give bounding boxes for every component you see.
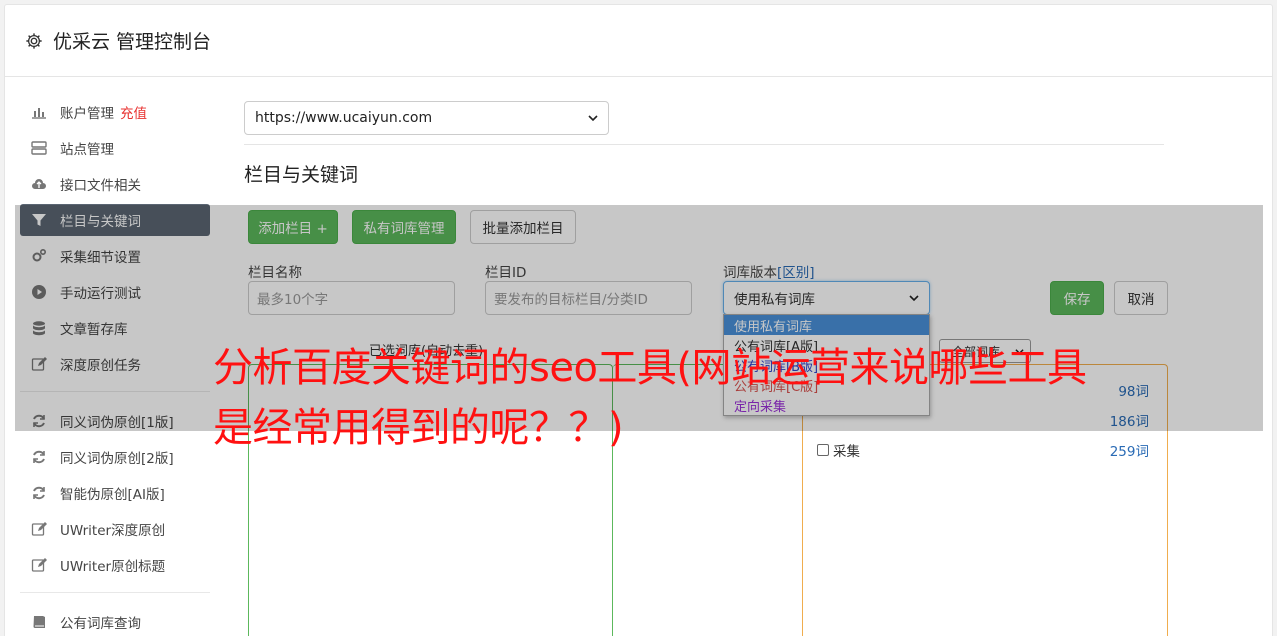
- sidebar-item-label: 站点管理: [60, 142, 114, 158]
- sidebar-divider: [20, 592, 210, 593]
- edit-icon: [31, 522, 47, 536]
- sidebar-item-ai-rewrite[interactable]: 智能伪原创[AI版]: [20, 477, 210, 509]
- sidebar-item-api-files[interactable]: 接口文件相关: [20, 168, 210, 200]
- sidebar-item-synonym-v2[interactable]: 同义词伪原创[2版]: [20, 441, 210, 473]
- server-icon: [31, 141, 47, 155]
- gear-icon: [26, 32, 42, 49]
- sidebar-item-label: UWriter深度原创: [60, 523, 166, 539]
- sidebar-item-label: 接口文件相关: [60, 178, 141, 194]
- site-url-select[interactable]: https://www.ucaiyun.com: [244, 101, 609, 135]
- sidebar-item-label: 账户管理: [60, 106, 114, 122]
- bar-chart-icon: [32, 108, 46, 119]
- cloud-upload-icon: [32, 179, 46, 189]
- book-icon: [33, 616, 45, 628]
- edit-icon: [31, 558, 47, 572]
- site-url-value: https://www.ucaiyun.com: [255, 110, 433, 126]
- sidebar-item-label: 公有词库查询: [60, 616, 141, 632]
- overlay-headline: 分析百度关键词的seo工具(网站运营来说哪些工具是经常用得到的呢？？): [213, 345, 1087, 451]
- sidebar-item-label: 智能伪原创[AI版]: [60, 487, 165, 503]
- section-title: 栏目与关键词: [244, 164, 359, 186]
- sidebar-item-uwriter-title[interactable]: UWriter原创标题: [20, 549, 210, 581]
- chevron-down-icon: [588, 115, 598, 122]
- sidebar-item-account[interactable]: 账户管理 充值: [20, 96, 210, 128]
- lib-count: 259词: [1109, 444, 1149, 460]
- header: 优采云 管理控制台: [5, 5, 1272, 77]
- sidebar-item-uwriter-deep[interactable]: UWriter深度原创: [20, 513, 210, 545]
- sidebar-item-sites[interactable]: 站点管理: [20, 132, 210, 164]
- sidebar-item-label: UWriter原创标题: [60, 559, 166, 575]
- refresh-icon: [33, 486, 45, 500]
- refresh-icon: [33, 450, 45, 464]
- recharge-link[interactable]: 充值: [120, 102, 147, 122]
- page-title: 优采云 管理控制台: [53, 31, 212, 53]
- divider: [244, 144, 1164, 145]
- sidebar-item-label: 同义词伪原创[2版]: [60, 451, 174, 467]
- sidebar-item-public-lib-query[interactable]: 公有词库查询: [20, 606, 210, 636]
